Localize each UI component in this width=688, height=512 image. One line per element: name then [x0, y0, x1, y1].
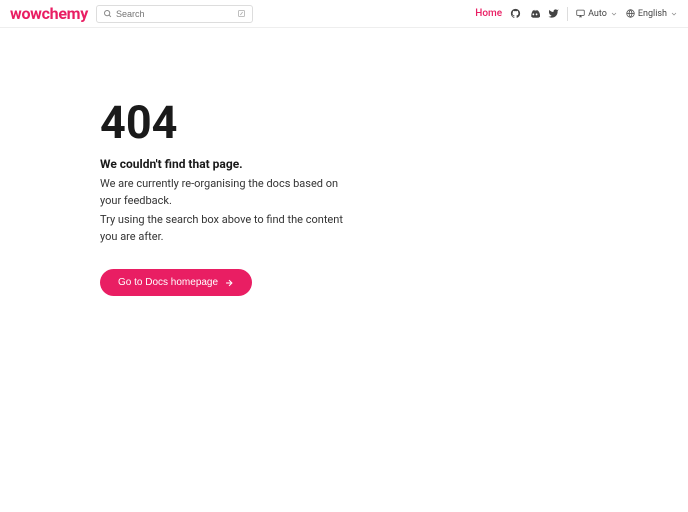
nav-link-home[interactable]: Home: [475, 8, 502, 19]
globe-icon: [626, 9, 635, 18]
display-icon: [576, 9, 585, 18]
error-text: We are currently re-organising the docs …: [100, 175, 350, 245]
discord-icon[interactable]: [529, 8, 540, 19]
error-code: 404: [100, 100, 360, 145]
divider: [567, 7, 568, 21]
error-title: We couldn't find that page.: [100, 157, 360, 171]
nav-right: Home Auto English: [475, 7, 678, 21]
language-dropdown[interactable]: English: [626, 9, 678, 19]
content: 404 We couldn't find that page. We are c…: [0, 28, 360, 296]
navbar: wowchemy Home Auto: [0, 0, 688, 28]
theme-label: Auto: [588, 9, 607, 19]
theme-dropdown[interactable]: Auto: [576, 9, 618, 19]
cta-label: Go to Docs homepage: [118, 277, 218, 288]
twitter-icon[interactable]: [548, 8, 559, 19]
chevron-down-icon: [670, 10, 678, 18]
github-icon[interactable]: [510, 8, 521, 19]
search-box[interactable]: [96, 5, 253, 23]
language-label: English: [638, 9, 667, 19]
search-shortcut-icon: [237, 9, 246, 18]
chevron-down-icon: [610, 10, 618, 18]
arrow-right-icon: [224, 278, 234, 288]
error-paragraph: Try using the search box above to find t…: [100, 211, 350, 245]
search-icon: [103, 9, 112, 18]
logo[interactable]: wowchemy: [10, 4, 88, 23]
docs-homepage-button[interactable]: Go to Docs homepage: [100, 269, 252, 296]
error-paragraph: We are currently re-organising the docs …: [100, 175, 350, 209]
search-input[interactable]: [116, 9, 237, 19]
